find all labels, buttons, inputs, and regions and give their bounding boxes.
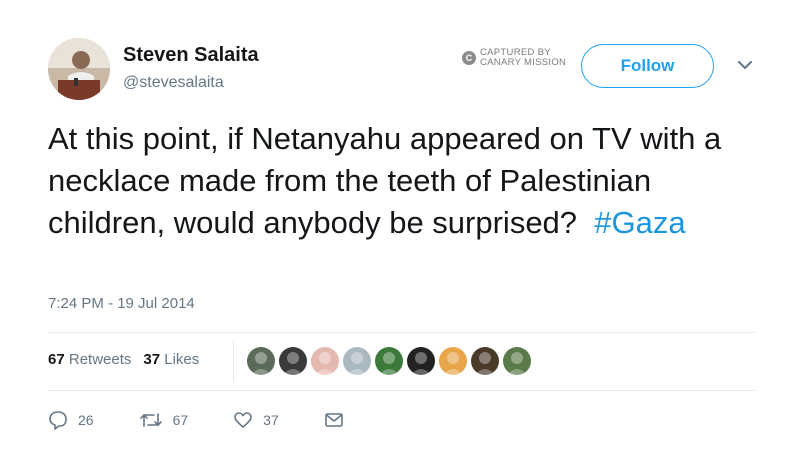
liker-avatar-7[interactable] bbox=[439, 347, 467, 375]
reply-icon bbox=[49, 411, 67, 430]
reply-button[interactable]: 26 bbox=[48, 410, 94, 430]
retweets-stat-count: 67 bbox=[48, 351, 65, 368]
envelope-icon bbox=[324, 413, 343, 427]
watermark-line-2: CANARY MISSION bbox=[480, 57, 567, 68]
divider bbox=[48, 390, 756, 391]
liker-avatar-8[interactable] bbox=[471, 347, 499, 375]
tweet-actions: 26 67 37 bbox=[48, 410, 389, 430]
retweets-stat[interactable]: 67 Retweets bbox=[48, 351, 131, 368]
retweet-count: 67 bbox=[172, 412, 189, 428]
tweet-stats: 67 Retweets 37 Likes bbox=[48, 351, 199, 368]
tweet-header: Steven Salaita @stevesalaita C CAPTURED … bbox=[48, 38, 768, 102]
user-name[interactable]: Steven Salaita bbox=[123, 44, 259, 67]
stats-separator bbox=[233, 340, 234, 382]
direct-message-button[interactable] bbox=[324, 410, 344, 430]
likes-stat-label: Likes bbox=[164, 351, 200, 368]
likers-avatars bbox=[247, 347, 531, 375]
divider bbox=[48, 332, 756, 333]
like-button[interactable]: 37 bbox=[233, 410, 279, 430]
watermark-logo-icon: C bbox=[462, 51, 476, 65]
likes-stat[interactable]: 37 Likes bbox=[143, 351, 199, 368]
tweet-timestamp[interactable]: 7:24 PM - 19 Jul 2014 bbox=[48, 295, 195, 312]
tweet-text: At this point, if Netanyahu appeared on … bbox=[48, 118, 748, 244]
liker-avatar-5[interactable] bbox=[375, 347, 403, 375]
retweets-stat-label: Retweets bbox=[68, 351, 132, 368]
heart-icon bbox=[234, 412, 252, 428]
like-count: 37 bbox=[263, 412, 279, 428]
chevron-down-icon[interactable] bbox=[734, 54, 756, 76]
hashtag-link[interactable]: #Gaza bbox=[594, 205, 685, 240]
liker-avatar-2[interactable] bbox=[279, 347, 307, 375]
liker-avatar-3[interactable] bbox=[311, 347, 339, 375]
user-avatar[interactable] bbox=[48, 38, 110, 100]
liker-avatar-6[interactable] bbox=[407, 347, 435, 375]
liker-avatar-4[interactable] bbox=[343, 347, 371, 375]
liker-avatar-1[interactable] bbox=[247, 347, 275, 375]
follow-button[interactable]: Follow bbox=[581, 44, 714, 88]
likes-stat-count: 37 bbox=[143, 351, 161, 368]
retweet-icon bbox=[139, 413, 162, 427]
user-handle[interactable]: @stevesalaita bbox=[123, 74, 224, 92]
canary-mission-watermark: C CAPTURED BY CANARY MISSION bbox=[462, 48, 566, 68]
retweet-button[interactable]: 67 bbox=[139, 410, 189, 430]
reply-count: 26 bbox=[78, 412, 94, 428]
liker-avatar-9[interactable] bbox=[503, 347, 531, 375]
